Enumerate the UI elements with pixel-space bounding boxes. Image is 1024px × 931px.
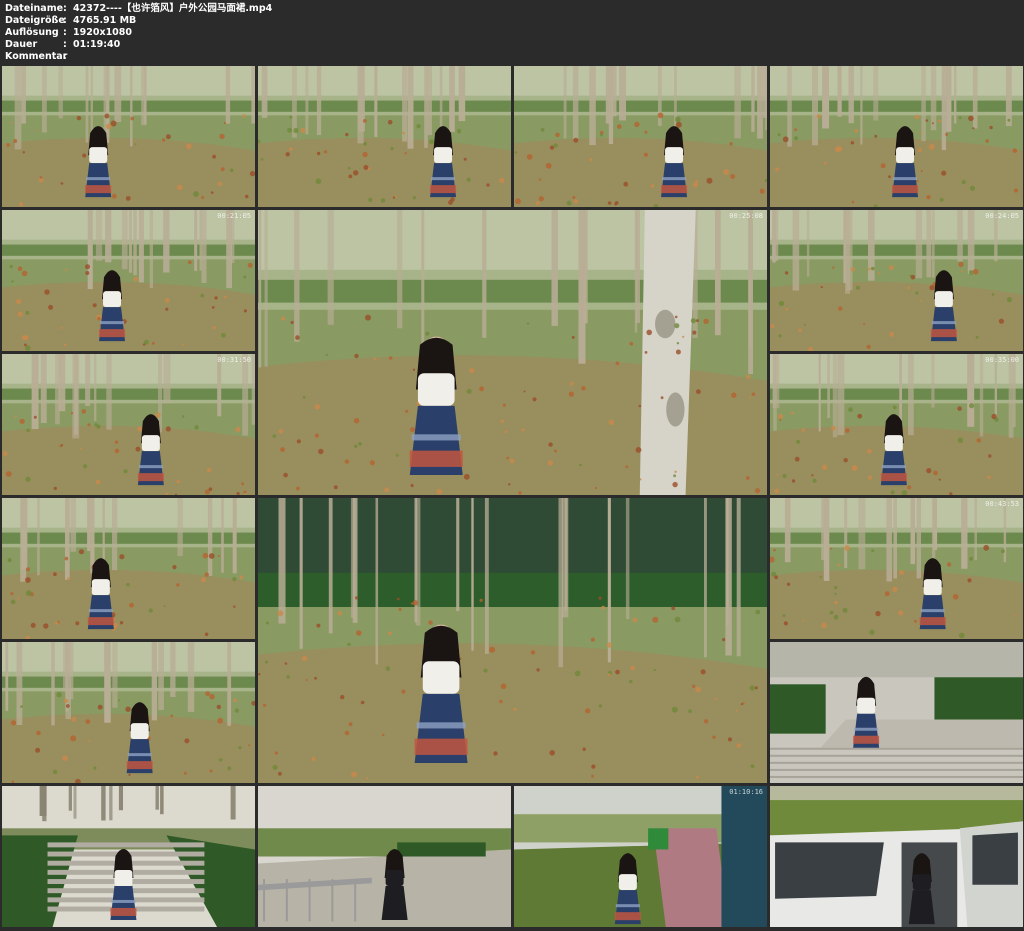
meta-label: Dateiname <box>5 3 64 14</box>
meta-filename-row: Dateiname: 42372----【也许箔风】户外公园马面裙.mp4 <box>5 3 272 15</box>
video-thumbnail-11[interactable] <box>258 498 767 783</box>
meta-label: Auflösung <box>5 27 59 38</box>
meta-filesize-row: Dateigröße: 4765.91 MB <box>5 15 136 27</box>
video-thumbnail-10[interactable] <box>2 498 255 639</box>
thumbnail-timestamp: 00:35:00 <box>985 356 1019 364</box>
video-thumbnail-12[interactable]: 00:43:53 <box>770 498 1023 639</box>
thumbnail-timestamp: 00:24:05 <box>985 212 1019 220</box>
meta-separator: : <box>63 51 67 62</box>
video-thumbnail-16[interactable] <box>258 786 511 927</box>
video-thumbnail-5[interactable]: 00:21:05 <box>2 210 255 351</box>
meta-separator: : <box>63 27 67 38</box>
video-thumbnail-7[interactable]: 00:24:05 <box>770 210 1023 351</box>
video-thumbnail-17[interactable]: 01:10:16 <box>514 786 767 927</box>
meta-separator: : <box>63 15 67 26</box>
video-thumbnail-14[interactable] <box>770 642 1023 783</box>
video-thumbnail-13[interactable] <box>2 642 255 783</box>
video-thumbnail-4[interactable] <box>770 66 1023 207</box>
video-thumbnail-9[interactable]: 00:35:00 <box>770 354 1023 495</box>
meta-label: Kommentar <box>5 51 68 62</box>
meta-value: 01:19:40 <box>73 39 121 50</box>
meta-label: Dauer <box>5 39 38 50</box>
meta-value: 1920x1080 <box>73 27 133 38</box>
video-thumbnail-3[interactable] <box>514 66 767 207</box>
video-thumbnail-2[interactable] <box>258 66 511 207</box>
meta-label: Dateigröße <box>5 15 65 26</box>
thumbnail-timestamp: 00:31:50 <box>217 356 251 364</box>
meta-duration-row: Dauer:01:19:40 <box>5 39 120 51</box>
video-thumbnail-8[interactable]: 00:31:50 <box>2 354 255 495</box>
video-thumbnail-6[interactable]: 00:25:08 <box>258 210 767 495</box>
meta-value: 42372----【也许箔风】户外公园马面裙.mp4 <box>73 3 273 14</box>
meta-separator: : <box>63 39 67 50</box>
meta-value: 4765.91 MB <box>73 15 137 26</box>
file-info-header: Dateiname: 42372----【也许箔风】户外公园马面裙.mp4 Dat… <box>0 0 1024 64</box>
video-thumbnail-15[interactable] <box>2 786 255 927</box>
thumbnail-timestamp: 00:25:08 <box>729 212 763 220</box>
thumbnail-timestamp: 00:21:05 <box>217 212 251 220</box>
meta-separator: : <box>63 3 67 14</box>
video-thumbnail-1[interactable] <box>2 66 255 207</box>
meta-resolution-row: Auflösung:1920x1080 <box>5 27 132 39</box>
meta-comment-row: Kommentar: <box>5 51 73 63</box>
thumbnail-grid: 00:21:05 00:25:08 00:24:05 00:31:50 00:3… <box>0 64 1024 931</box>
thumbnail-timestamp: 00:43:53 <box>985 500 1019 508</box>
video-thumbnail-18[interactable] <box>770 786 1023 927</box>
thumbnail-timestamp: 01:10:16 <box>729 788 763 796</box>
